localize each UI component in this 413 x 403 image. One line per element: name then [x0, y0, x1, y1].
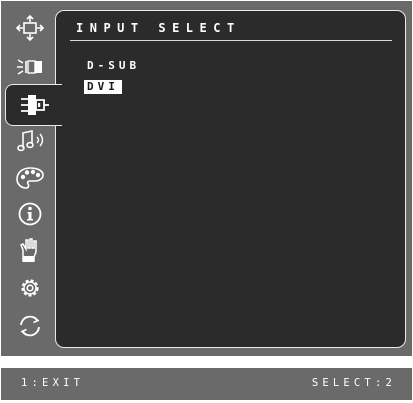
audio-note-icon[interactable] [5, 124, 55, 158]
setup-gear-icon[interactable] [5, 271, 55, 305]
osd-menu-frame: INPUT SELECT D-SUB DVI [1, 1, 412, 356]
title-divider [70, 40, 392, 41]
input-select-panel: INPUT SELECT D-SUB DVI [55, 10, 406, 348]
menu-title: INPUT SELECT [76, 21, 241, 35]
menu-sidebar [1, 1, 62, 356]
manual-adjust-hand-icon[interactable] [5, 234, 55, 268]
brightness-icon[interactable] [5, 50, 55, 84]
input-connector-icon[interactable] [5, 84, 62, 126]
status-bar: 1:EXIT SELECT:2 [1, 368, 412, 400]
exit-hint: 1:EXIT [21, 377, 85, 389]
select-hint: SELECT:2 [311, 377, 396, 389]
position-arrows-icon[interactable] [5, 11, 55, 45]
option-dvi[interactable]: DVI [84, 80, 122, 94]
option-d-sub[interactable]: D-SUB [84, 59, 143, 73]
recall-arrows-icon[interactable] [5, 309, 55, 343]
color-palette-icon[interactable] [5, 161, 55, 195]
information-icon[interactable] [5, 197, 55, 231]
